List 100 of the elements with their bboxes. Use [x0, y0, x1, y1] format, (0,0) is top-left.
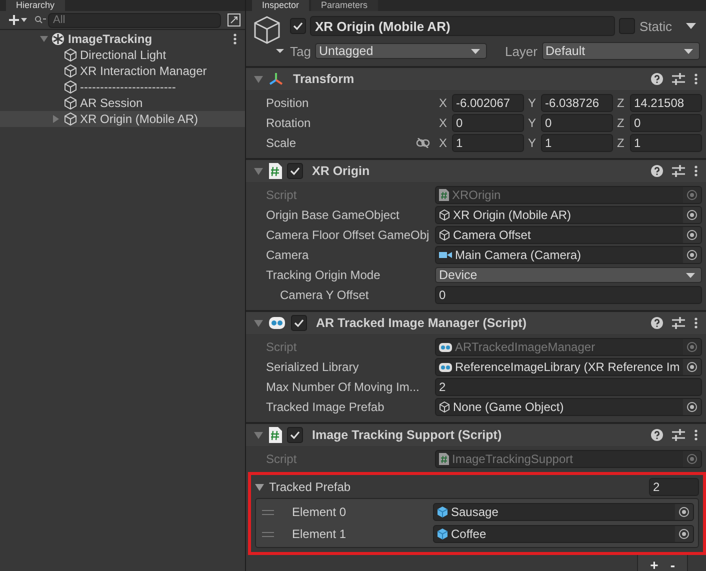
static-label: Static — [639, 18, 672, 34]
settings-sliders-icon[interactable] — [672, 165, 685, 177]
object-name: ------------------------ — [80, 80, 176, 94]
list-label: Tracked Prefab — [269, 480, 352, 494]
more-icon[interactable] — [694, 165, 698, 177]
script-icon — [439, 189, 449, 201]
drag-handle-icon[interactable] — [262, 510, 274, 514]
expand-icon[interactable] — [227, 13, 241, 27]
cube-icon — [64, 64, 77, 78]
number-field[interactable]: 0 — [630, 114, 702, 132]
drag-handle-icon[interactable] — [262, 532, 274, 536]
help-icon[interactable] — [651, 429, 663, 441]
active-checkbox[interactable] — [290, 18, 306, 34]
component-title: XR Origin — [312, 164, 370, 178]
axis-label: Z — [617, 136, 626, 150]
collapse-arrow-icon[interactable] — [254, 320, 263, 326]
cube-icon[interactable] — [252, 15, 286, 55]
settings-sliders-icon[interactable] — [672, 73, 685, 85]
component-header[interactable]: Image Tracking Support (Script) — [246, 423, 706, 446]
target-icon[interactable] — [683, 399, 701, 415]
target-icon[interactable] — [683, 227, 701, 243]
layer-dropdown[interactable]: Default — [542, 42, 700, 60]
cube-icon — [64, 48, 77, 62]
more-icon[interactable] — [694, 73, 698, 85]
hierarchy-item[interactable]: ------------------------ — [0, 79, 245, 95]
mode-dropdown[interactable]: Device — [435, 267, 702, 283]
panel-tab[interactable]: Parameters — [311, 0, 378, 11]
hierarchy-item[interactable]: XR Interaction Manager — [0, 63, 245, 79]
scene-row[interactable]: ImageTracking — [0, 31, 245, 47]
object-field[interactable]: None (Game Object) — [435, 398, 702, 416]
help-icon[interactable] — [651, 73, 663, 85]
settings-sliders-icon[interactable] — [672, 317, 685, 329]
number-field[interactable]: 14.21508 — [630, 94, 702, 112]
more-icon[interactable] — [233, 33, 237, 45]
number-field[interactable]: 2 — [435, 378, 702, 396]
caret-icon — [686, 272, 695, 278]
object-field[interactable]: ReferenceImageLibrary (XR Reference Im — [435, 358, 702, 376]
add-button[interactable]: + — [646, 557, 662, 571]
collapse-arrow-icon[interactable] — [254, 168, 263, 174]
component-header[interactable]: XR Origin — [246, 159, 706, 182]
help-icon[interactable] — [651, 165, 663, 177]
cube-icon — [439, 229, 450, 241]
settings-sliders-icon[interactable] — [672, 429, 685, 441]
hierarchy-item[interactable]: Directional Light — [0, 47, 245, 63]
link-icon[interactable] — [416, 138, 430, 148]
number-field[interactable]: 0 — [435, 286, 702, 304]
panel-tab[interactable]: Inspector — [252, 0, 310, 11]
add-menu-button[interactable] — [8, 14, 28, 26]
help-icon[interactable] — [651, 317, 663, 329]
object-field[interactable]: Main Camera (Camera) — [435, 246, 702, 264]
field-label: Scale — [266, 136, 298, 150]
object-field[interactable]: XR Origin (Mobile AR) — [435, 206, 702, 224]
field-label: Rotation — [266, 116, 312, 130]
enabled-checkbox[interactable] — [287, 163, 303, 179]
target-icon[interactable] — [683, 247, 701, 263]
remove-button[interactable]: - — [666, 557, 679, 571]
expand-arrow-icon[interactable] — [40, 35, 48, 43]
object-field[interactable]: Coffee — [433, 525, 694, 543]
script-icon — [268, 427, 282, 443]
number-field[interactable]: 0 — [452, 114, 524, 132]
unity-logo-icon — [51, 32, 65, 46]
axis-label: X — [439, 96, 448, 110]
name-field[interactable]: XR Origin (Mobile AR) — [310, 16, 616, 36]
object-name: XR Origin (Mobile AR) — [80, 112, 198, 126]
layer-label: Layer — [504, 44, 538, 58]
enabled-checkbox[interactable] — [287, 427, 303, 443]
target-icon[interactable] — [675, 504, 693, 520]
number-field[interactable]: 0 — [541, 114, 613, 132]
object-field[interactable]: Sausage — [433, 503, 694, 521]
object-field[interactable]: Camera Offset — [435, 226, 702, 244]
field-label: Script — [266, 452, 298, 466]
caret-icon — [470, 48, 480, 54]
target-icon[interactable] — [675, 526, 693, 542]
enabled-checkbox[interactable] — [291, 315, 307, 331]
target-icon[interactable] — [683, 359, 701, 375]
tag-dropdown[interactable]: Untagged — [314, 43, 487, 59]
number-field[interactable]: 1 — [630, 134, 702, 152]
component-header[interactable]: Transform — [246, 67, 706, 90]
number-field[interactable]: 1 — [452, 134, 524, 152]
count-field[interactable]: 2 — [649, 478, 699, 496]
search-field[interactable]: All — [48, 12, 221, 28]
more-icon[interactable] — [694, 429, 698, 441]
more-icon[interactable] — [694, 317, 698, 329]
static-checkbox[interactable] — [619, 18, 636, 34]
caret-icon[interactable] — [686, 23, 696, 29]
object-name: AR Session — [80, 96, 143, 110]
cube-icon — [64, 112, 77, 126]
component-header[interactable]: AR Tracked Image Manager (Script) — [246, 311, 706, 334]
target-icon[interactable] — [683, 207, 701, 223]
number-field[interactable]: -6.002067 — [452, 94, 524, 112]
axis-label: Y — [528, 96, 538, 110]
collapse-arrow-icon[interactable] — [254, 76, 263, 82]
hierarchy-tab[interactable]: Hierarchy — [6, 0, 65, 11]
number-field[interactable]: 1 — [541, 134, 613, 152]
collapse-arrow-icon[interactable] — [254, 432, 263, 438]
caret-icon — [684, 48, 693, 54]
number-field[interactable]: -6.038726 — [541, 94, 613, 112]
expand-arrow-icon[interactable] — [255, 484, 264, 490]
hierarchy-item[interactable]: AR Session — [0, 95, 245, 111]
hierarchy-item[interactable]: XR Origin (Mobile AR) — [0, 111, 245, 127]
